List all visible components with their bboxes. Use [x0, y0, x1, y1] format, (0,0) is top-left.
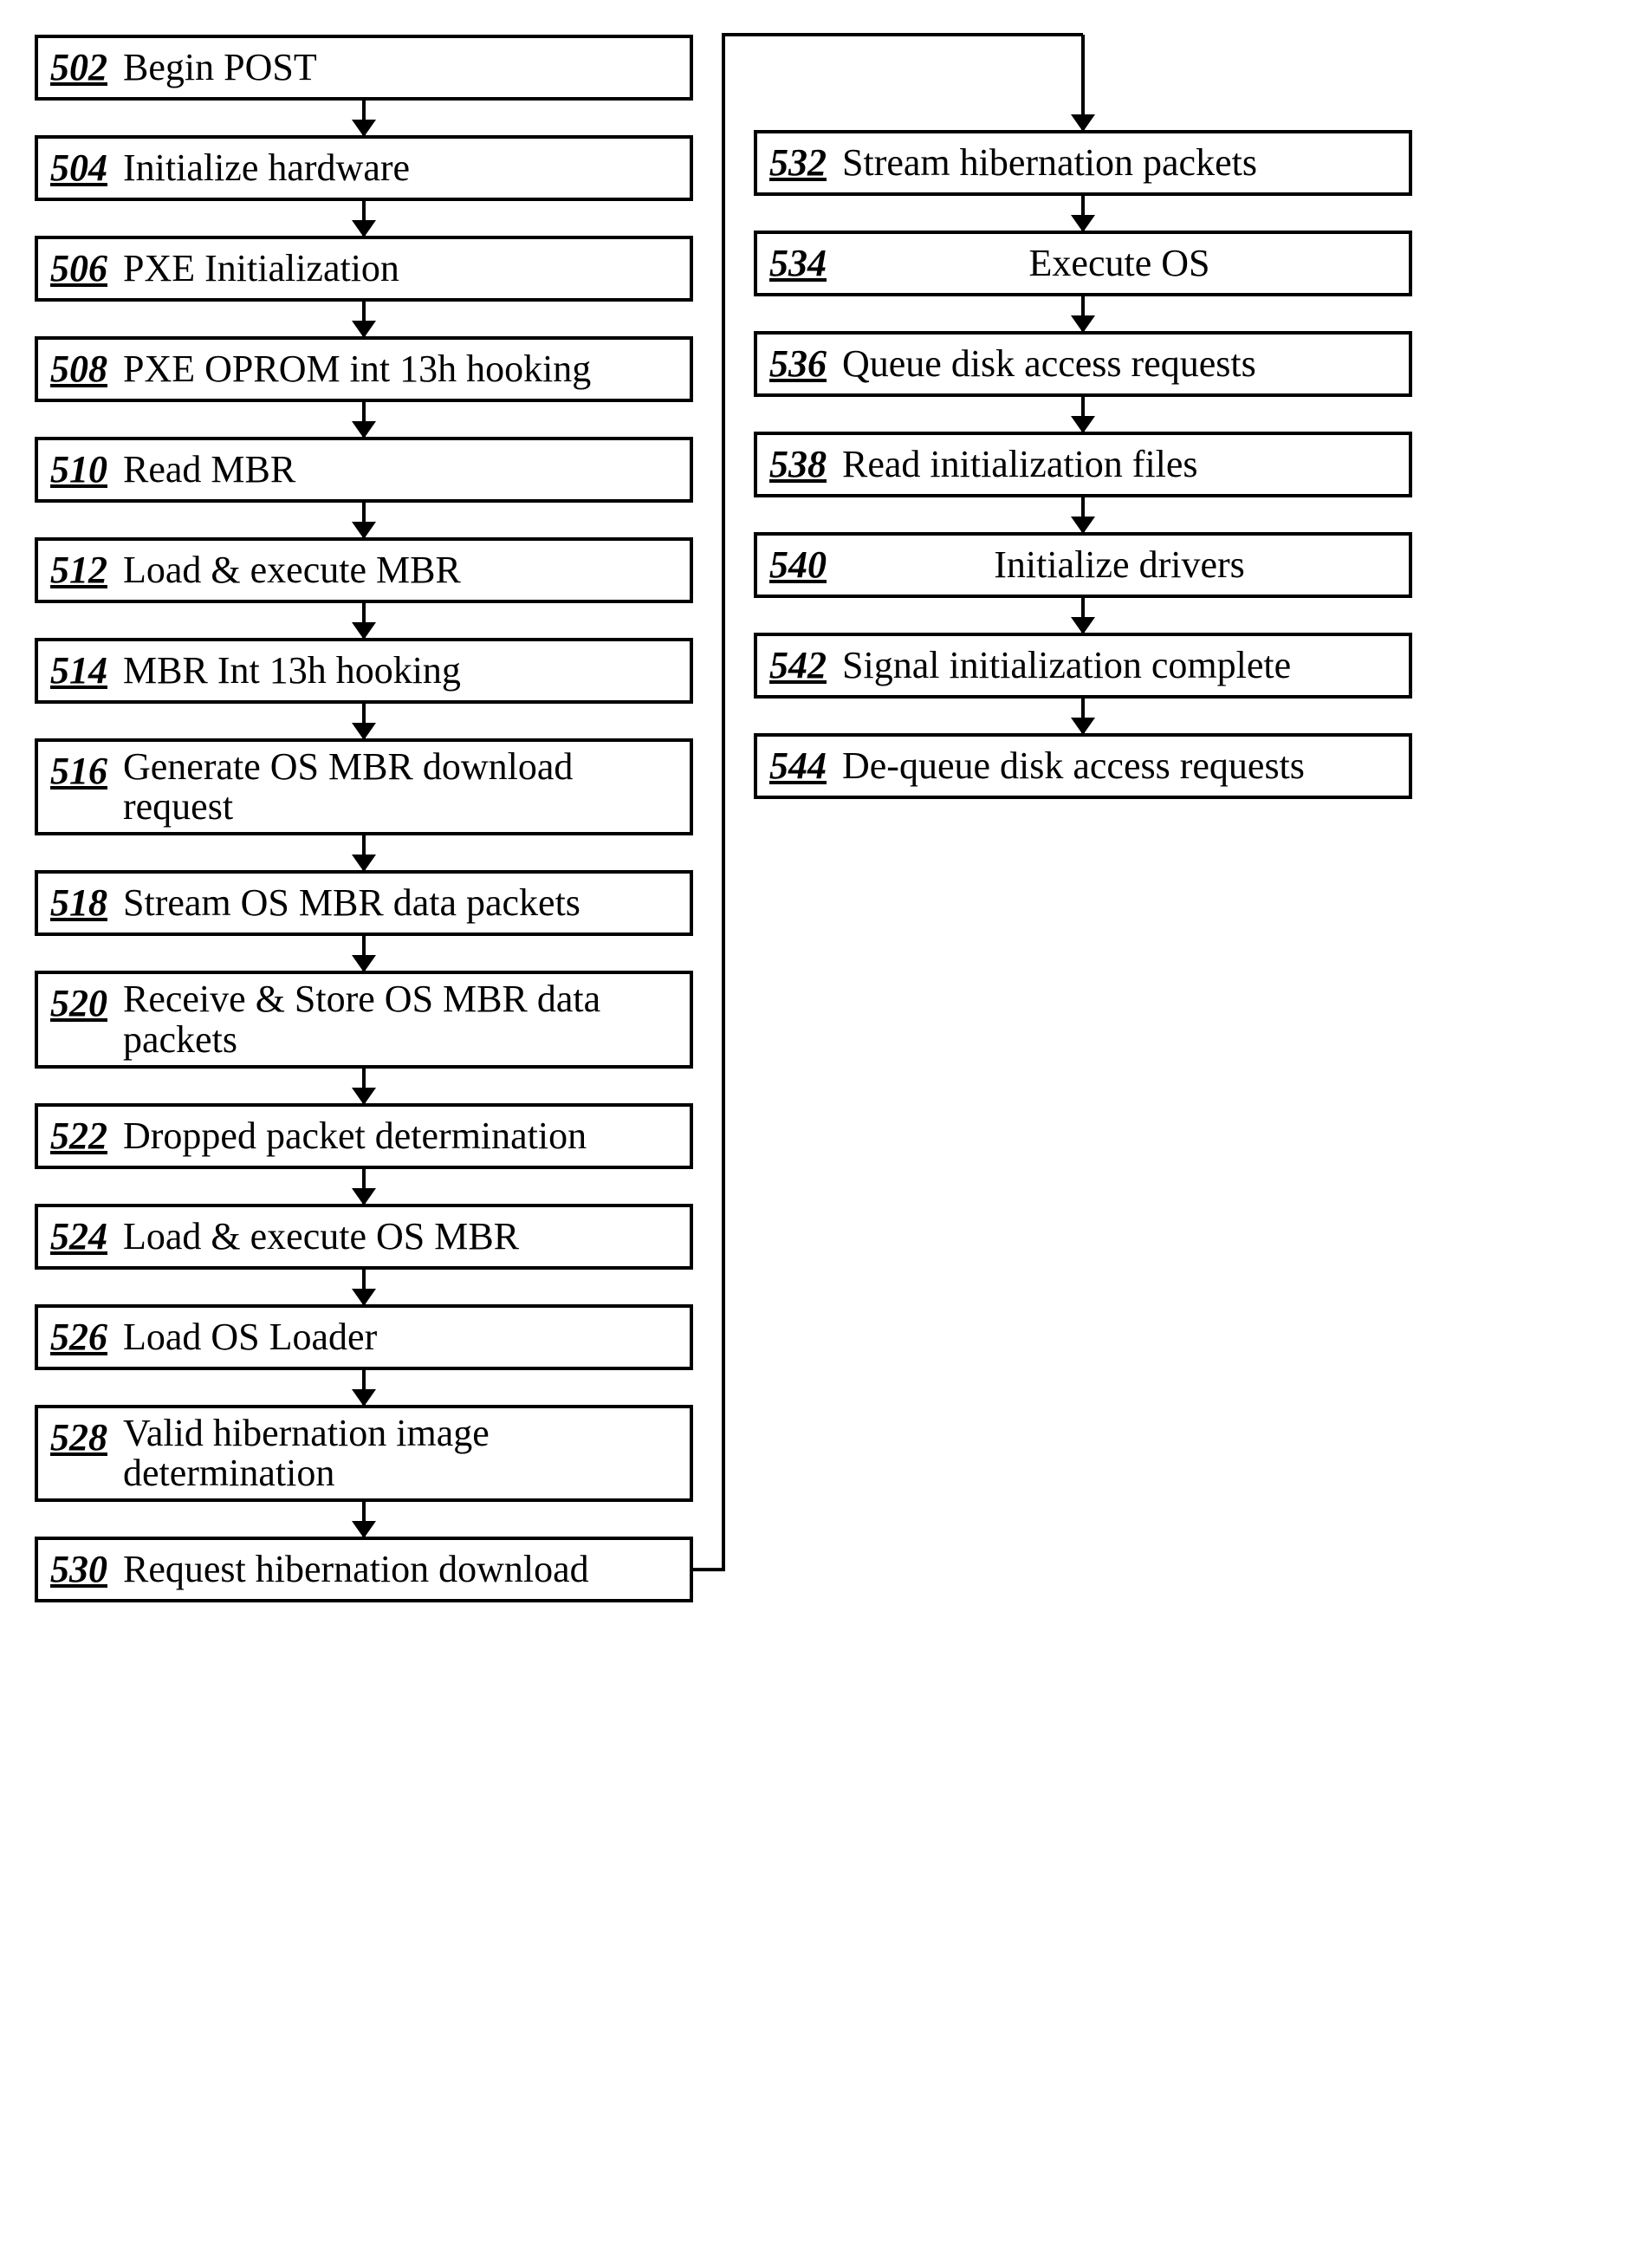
flowchart-step: 522 Dropped packet determination	[35, 1103, 693, 1169]
flow-arrow	[362, 402, 366, 437]
step-number: 508	[50, 345, 107, 391]
flowchart-step: 518 Stream OS MBR data packets	[35, 870, 693, 936]
step-number: 506	[50, 244, 107, 290]
step-label: MBR Int 13h hooking	[123, 651, 678, 691]
flowchart-step: 516 Generate OS MBR download request	[35, 738, 693, 835]
step-label: Stream hibernation packets	[842, 143, 1397, 183]
step-label: PXE OPROM int 13h hooking	[123, 349, 678, 389]
step-label: Read MBR	[123, 450, 678, 490]
flowchart-step: 510 Read MBR	[35, 437, 693, 503]
step-label: Load & execute MBR	[123, 550, 678, 590]
step-number: 510	[50, 445, 107, 491]
flowchart-step: 534 Execute OS	[754, 231, 1412, 296]
step-number: 534	[769, 239, 827, 285]
incoming-arrow	[1081, 35, 1085, 130]
flow-arrow	[362, 603, 366, 638]
step-number: 514	[50, 647, 107, 692]
flow-arrow	[362, 1069, 366, 1103]
flowchart-step: 520 Receive & Store OS MBR data packets	[35, 971, 693, 1068]
flowchart-step: 532 Stream hibernation packets	[754, 130, 1412, 196]
step-label: Signal initialization complete	[842, 646, 1397, 686]
flowchart-step: 504 Initialize hardware	[35, 135, 693, 201]
flowchart-step: 540 Initialize drivers	[754, 532, 1412, 598]
step-label: Request hibernation download	[123, 1550, 678, 1589]
step-label: De-queue disk access requests	[842, 746, 1397, 786]
step-number: 524	[50, 1212, 107, 1258]
flowchart-step: 506 PXE Initialization	[35, 236, 693, 302]
step-number: 522	[50, 1112, 107, 1158]
step-label: Initialize drivers	[842, 545, 1397, 585]
step-label: Valid hibernation image determination	[123, 1413, 678, 1493]
flowchart-step: 502 Begin POST	[35, 35, 693, 101]
right-column: 532 Stream hibernation packets 534 Execute …	[754, 35, 1412, 799]
step-label: Execute OS	[842, 244, 1397, 283]
flow-arrow	[362, 201, 366, 236]
step-number: 512	[50, 546, 107, 592]
step-number: 518	[50, 879, 107, 925]
step-number: 520	[50, 979, 107, 1025]
flowchart-step: 524 Load & execute OS MBR	[35, 1204, 693, 1270]
step-number: 504	[50, 144, 107, 190]
flow-arrow	[362, 1169, 366, 1204]
step-number: 540	[769, 541, 827, 587]
step-label: Load & execute OS MBR	[123, 1217, 678, 1257]
flow-arrow	[362, 503, 366, 537]
step-label: Generate OS MBR download request	[123, 747, 678, 827]
flow-arrow	[1081, 598, 1085, 633]
flowchart-step: 536 Queue disk access requests	[754, 331, 1412, 397]
flow-arrow	[362, 1370, 366, 1405]
flowchart-step: 508 PXE OPROM int 13h hooking	[35, 336, 693, 402]
step-number: 542	[769, 641, 827, 687]
flow-arrow	[362, 835, 366, 870]
step-number: 530	[50, 1545, 107, 1591]
flow-arrow	[1081, 699, 1085, 733]
flow-arrow	[1081, 296, 1085, 331]
flow-arrow	[362, 704, 366, 738]
flowchart-step: 526 Load OS Loader	[35, 1304, 693, 1370]
flowchart-container: 502 Begin POST 504 Initialize hardware 506 PX…	[35, 35, 1612, 1602]
step-number: 528	[50, 1413, 107, 1459]
flow-arrow	[362, 101, 366, 135]
flow-arrow	[362, 936, 366, 971]
left-column: 502 Begin POST 504 Initialize hardware 506 PX…	[35, 35, 693, 1602]
step-number: 544	[769, 742, 827, 788]
flowchart-step: 528 Valid hibernation image determination	[35, 1405, 693, 1502]
flowchart-step: 542 Signal initialization complete	[754, 633, 1412, 699]
flow-arrow	[1081, 397, 1085, 432]
step-label: Receive & Store OS MBR data packets	[123, 979, 678, 1059]
step-label: Queue disk access requests	[842, 344, 1397, 384]
step-number: 538	[769, 440, 827, 486]
step-label: PXE Initialization	[123, 249, 678, 289]
step-number: 536	[769, 340, 827, 386]
flowchart-step: 512 Load & execute MBR	[35, 537, 693, 603]
step-number: 502	[50, 43, 107, 89]
step-label: Begin POST	[123, 48, 678, 88]
flow-arrow	[1081, 196, 1085, 231]
step-label: Read initialization files	[842, 445, 1397, 484]
flow-arrow	[362, 1502, 366, 1537]
flow-arrow	[362, 302, 366, 336]
step-label: Load OS Loader	[123, 1317, 678, 1357]
step-number: 526	[50, 1313, 107, 1359]
flow-arrow	[1081, 497, 1085, 532]
flow-arrow	[362, 1270, 366, 1304]
flowchart-step: 538 Read initialization files	[754, 432, 1412, 497]
flowchart-step: 530 Request hibernation download	[35, 1537, 693, 1602]
step-number: 532	[769, 139, 827, 185]
step-number: 516	[50, 747, 107, 793]
step-label: Dropped packet determination	[123, 1116, 678, 1156]
flowchart-step: 514 MBR Int 13h hooking	[35, 638, 693, 704]
flowchart-step: 544 De-queue disk access requests	[754, 733, 1412, 799]
step-label: Initialize hardware	[123, 148, 678, 188]
step-label: Stream OS MBR data packets	[123, 883, 678, 923]
